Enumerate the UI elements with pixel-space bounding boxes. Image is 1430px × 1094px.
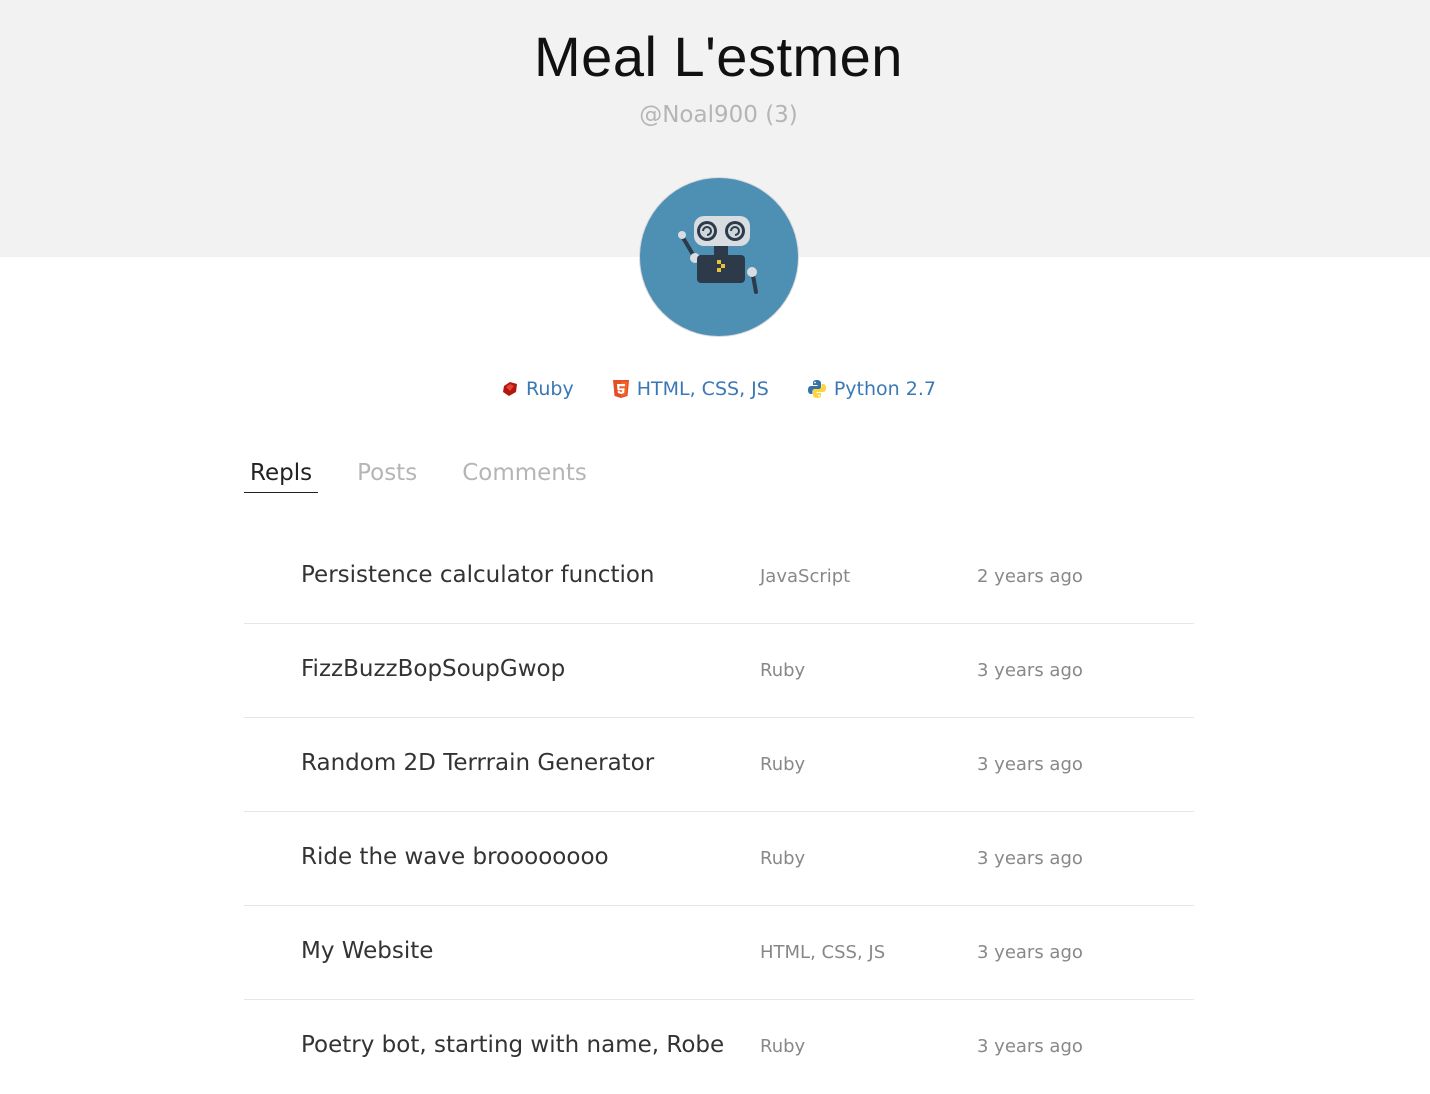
repl-timestamp: 3 years ago — [977, 942, 1083, 963]
html5-icon — [612, 380, 629, 398]
repl-row[interactable]: Persistence calculator function JavaScri… — [244, 530, 1194, 624]
repl-language: Ruby — [760, 660, 806, 681]
tab-repls[interactable]: Repls — [244, 460, 319, 493]
repl-title[interactable]: My Website — [301, 938, 433, 964]
avatar[interactable] — [639, 177, 799, 337]
repl-title[interactable]: Ride the wave broooooooo — [301, 844, 609, 870]
profile-name: Meal L'estmen — [534, 25, 903, 88]
repl-language: Ruby — [760, 1036, 806, 1057]
language-link-html-css-js[interactable]: HTML, CSS, JS — [612, 378, 769, 400]
repl-row[interactable]: Ride the wave broooooooo Ruby 3 years ag… — [244, 812, 1194, 906]
repl-title[interactable]: Random 2D Terrrain Generator — [301, 750, 654, 776]
repl-row[interactable]: Poetry bot, starting with name, Robe Rub… — [244, 1000, 1194, 1094]
language-link-python[interactable]: Python 2.7 — [807, 378, 936, 400]
language-label: HTML, CSS, JS — [636, 378, 769, 400]
python-icon — [807, 380, 826, 398]
tab-posts[interactable]: Posts — [351, 460, 423, 493]
ruby-icon — [503, 382, 518, 396]
repl-language: HTML, CSS, JS — [760, 942, 886, 963]
language-label: Python 2.7 — [833, 378, 936, 400]
language-list: Ruby HTML, CSS, JS Python 2.7 — [0, 378, 1430, 400]
repl-timestamp: 3 years ago — [977, 848, 1083, 869]
repl-title[interactable]: FizzBuzzBopSoupGwop — [301, 656, 565, 682]
repl-language: Ruby — [760, 754, 806, 775]
repl-row[interactable]: Random 2D Terrrain Generator Ruby 3 year… — [244, 718, 1194, 812]
repl-timestamp: 3 years ago — [977, 1036, 1083, 1057]
repl-list: Persistence calculator function JavaScri… — [244, 530, 1194, 1094]
repl-timestamp: 3 years ago — [977, 754, 1083, 775]
repl-title[interactable]: Poetry bot, starting with name, Robe — [301, 1032, 724, 1058]
repl-row[interactable]: My Website HTML, CSS, JS 3 years ago — [244, 906, 1194, 1000]
repl-row[interactable]: FizzBuzzBopSoupGwop Ruby 3 years ago — [244, 624, 1194, 718]
profile-tabs: Repls Posts Comments — [244, 460, 626, 493]
profile-handle: @Noal900 (3) — [639, 102, 798, 128]
language-link-ruby[interactable]: Ruby — [501, 378, 574, 400]
repl-title[interactable]: Persistence calculator function — [301, 562, 655, 588]
robot-avatar-icon — [678, 216, 758, 294]
repl-language: Ruby — [760, 848, 806, 869]
language-label: Ruby — [526, 378, 574, 400]
repl-language: JavaScript — [760, 566, 851, 587]
repl-timestamp: 2 years ago — [977, 566, 1083, 587]
tab-comments[interactable]: Comments — [456, 460, 593, 493]
repl-timestamp: 3 years ago — [977, 660, 1083, 681]
